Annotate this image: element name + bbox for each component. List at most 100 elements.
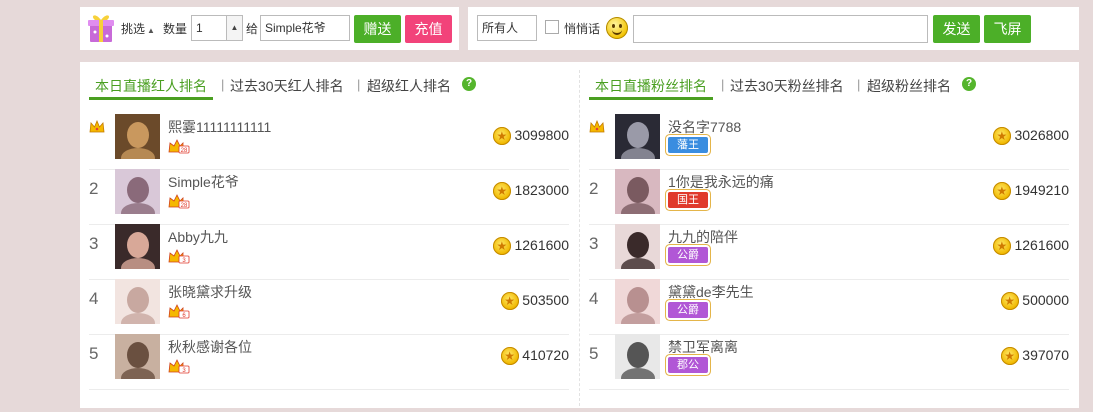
avatar[interactable] <box>615 334 660 379</box>
coin-amount: 1261600 <box>514 237 569 253</box>
active-tab-indicator <box>89 97 213 100</box>
fan-ranking-panel: 本日直播粉丝排名 | 过去30天粉丝排名 | 超级粉丝排名 ? 没名字7788 藩… <box>589 62 1069 390</box>
avatar[interactable] <box>115 169 160 214</box>
help-icon[interactable]: ? <box>462 77 476 91</box>
avatar[interactable] <box>615 169 660 214</box>
user-name[interactable]: 禁卫军离离 <box>668 337 738 357</box>
avatar[interactable] <box>115 224 160 269</box>
ranking-row[interactable]: 2 1你是我永远的痛 国王 1949210 <box>589 169 1069 225</box>
recipient-label: 给 <box>246 22 259 36</box>
coin-amount: 1949210 <box>1014 182 1069 198</box>
avatar[interactable] <box>615 224 660 269</box>
rank-number: 5 <box>89 344 99 363</box>
rank-number: 3 <box>89 234 99 253</box>
noble-rank-badge: 郡公 <box>668 357 708 373</box>
caret-up-icon: ▲ <box>147 26 155 35</box>
chat-message-input[interactable] <box>633 15 928 43</box>
noble-rank-badge: 藩王 <box>668 137 708 153</box>
chat-target-select[interactable]: 所有人 <box>477 15 537 41</box>
gift-box-icon[interactable] <box>87 12 115 44</box>
chat-toolbar: 所有人 悄悄话 发送 飞屏 <box>468 7 1079 50</box>
coin-amount: 1261600 <box>1014 237 1069 253</box>
coin-icon <box>501 347 520 365</box>
user-name[interactable]: 1你是我永远的痛 <box>668 172 774 192</box>
quantity-input[interactable]: 1 <box>191 15 227 41</box>
send-gift-button[interactable]: 赠送 <box>354 15 401 43</box>
help-icon[interactable]: ? <box>962 77 976 91</box>
user-name[interactable]: 没名字7788 <box>668 117 741 137</box>
ranking-row[interactable]: 5 禁卫军离离 郡公 397070 <box>589 334 1069 390</box>
tab-today-fan-ranking[interactable]: 本日直播粉丝排名 <box>595 76 707 96</box>
tab-super-host-ranking[interactable]: 超级红人排名 <box>367 76 451 96</box>
ranking-row[interactable]: 2 Simple花爷 28 1823000 <box>89 169 569 225</box>
ranking-row[interactable]: 4 黛黛de李先生 公爵 500000 <box>589 279 1069 335</box>
coin-icon <box>493 127 512 145</box>
crown-icon <box>589 119 605 137</box>
user-name[interactable]: Abby九九 <box>168 227 228 247</box>
user-name[interactable]: 秋秋感谢各位 <box>168 337 252 357</box>
whisper-label: 悄悄话 <box>564 22 601 36</box>
recipient-input[interactable]: Simple花爷 <box>260 15 350 41</box>
tab-separator: | <box>721 77 725 92</box>
whisper-checkbox[interactable] <box>545 20 559 34</box>
host-level-icon: 28 <box>168 138 190 154</box>
rank-number: 4 <box>589 289 599 308</box>
coin-icon <box>993 127 1012 145</box>
rank-number: 4 <box>89 289 99 308</box>
avatar[interactable] <box>115 114 160 159</box>
recharge-button[interactable]: 充值 <box>405 15 452 43</box>
coin-amount: 500000 <box>1022 292 1069 308</box>
coin-icon <box>993 237 1012 255</box>
ranking-row[interactable]: 熙霎11111111111 28 3099800 <box>89 114 569 170</box>
noble-rank-badge: 公爵 <box>668 247 708 263</box>
user-name[interactable]: 九九的陪伴 <box>668 227 738 247</box>
coin-amount: 503500 <box>522 292 569 308</box>
tab-separator: | <box>857 77 861 92</box>
user-name[interactable]: 黛黛de李先生 <box>668 282 754 302</box>
host-level-icon: 28 <box>168 193 190 209</box>
tab-super-fan-ranking[interactable]: 超级粉丝排名 <box>867 76 951 96</box>
tab-separator: | <box>221 77 225 92</box>
tab-today-host-ranking[interactable]: 本日直播红人排名 <box>95 76 207 96</box>
coin-icon <box>993 182 1012 200</box>
avatar[interactable] <box>115 279 160 324</box>
fan-ranking-tabs: 本日直播粉丝排名 | 过去30天粉丝排名 | 超级粉丝排名 ? <box>589 62 1069 100</box>
host-ranking-panel: 本日直播红人排名 | 过去30天红人排名 | 超级红人排名 ? 熙霎111111… <box>89 62 569 390</box>
quantity-stepper-icon[interactable]: ▲ <box>227 15 243 41</box>
host-level-icon: 3 <box>168 248 190 264</box>
ranking-row[interactable]: 3 Abby九九 3 1261600 <box>89 224 569 280</box>
ranking-row[interactable]: 5 秋秋感谢各位 3 410720 <box>89 334 569 390</box>
avatar[interactable] <box>615 114 660 159</box>
rank-number: 3 <box>589 234 599 253</box>
noble-rank-badge: 公爵 <box>668 302 708 318</box>
coin-amount: 1823000 <box>514 182 569 198</box>
column-divider <box>579 70 580 406</box>
ranking-row[interactable]: 3 九九的陪伴 公爵 1261600 <box>589 224 1069 280</box>
gift-toolbar: 挑选 ▲ 数量 1 ▲ 给 Simple花爷 赠送 充值 <box>80 7 459 50</box>
ranking-row[interactable]: 没名字7788 藩王 3026800 <box>589 114 1069 170</box>
avatar[interactable] <box>115 334 160 379</box>
send-message-button[interactable]: 发送 <box>933 15 980 43</box>
host-level-icon: 6 <box>168 303 190 319</box>
svg-text:28: 28 <box>181 203 188 209</box>
fly-screen-button[interactable]: 飞屏 <box>984 15 1031 43</box>
user-name[interactable]: 熙霎11111111111 <box>168 117 271 137</box>
rank-number: 5 <box>589 344 599 363</box>
coin-amount: 3026800 <box>1014 127 1069 143</box>
user-name[interactable]: 张晓黛求升级 <box>168 282 252 302</box>
host-level-icon: 3 <box>168 358 190 374</box>
crown-icon <box>89 119 105 137</box>
coin-icon <box>1001 292 1020 310</box>
coin-amount: 410720 <box>522 347 569 363</box>
noble-rank-badge: 国王 <box>668 192 708 208</box>
pick-gift-dropdown[interactable]: 挑选 ▲ <box>121 21 155 39</box>
emoji-smiley-icon[interactable] <box>606 17 628 39</box>
rank-number: 2 <box>89 179 99 198</box>
avatar[interactable] <box>615 279 660 324</box>
tab-30day-fan-ranking[interactable]: 过去30天粉丝排名 <box>730 76 844 96</box>
tab-30day-host-ranking[interactable]: 过去30天红人排名 <box>230 76 344 96</box>
quantity-label: 数量 <box>163 22 188 36</box>
coin-amount: 397070 <box>1022 347 1069 363</box>
user-name[interactable]: Simple花爷 <box>168 172 239 192</box>
ranking-row[interactable]: 4 张晓黛求升级 6 503500 <box>89 279 569 335</box>
